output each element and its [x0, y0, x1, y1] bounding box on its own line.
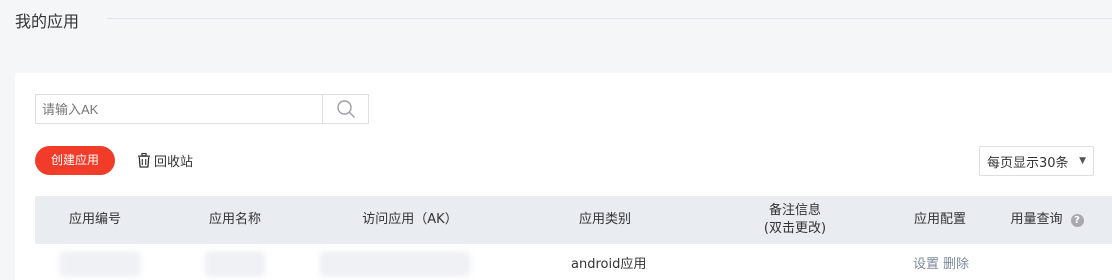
col-remark-hint: (双击更改) — [763, 221, 827, 236]
col-usage: 用量查询 ? — [997, 196, 1097, 244]
redacted-app-name — [205, 252, 265, 276]
table-row: android应用 设置 删除 — [35, 244, 1112, 280]
col-ak: 访问应用（AK） — [362, 212, 458, 227]
app-type-cell: android应用 — [571, 256, 647, 272]
col-app-name: 应用名称 — [208, 212, 261, 227]
caret-down-icon: ▼ — [1079, 156, 1086, 166]
settings-link[interactable]: 设置 — [913, 253, 939, 272]
create-app-button[interactable]: 创建应用 — [35, 146, 115, 175]
table-header: 应用编号 应用名称 访问应用（AK） 应用类别 备注信息 (双击更改) 应用配置… — [35, 196, 1112, 244]
apps-panel: 创建应用 回收站 每页显示30条 ▼ 应用编号 应用名称 访问应用（AK） 应用… — [15, 73, 1112, 280]
redacted-app-id — [60, 252, 140, 276]
col-remark-title: 备注信息 — [768, 203, 821, 218]
col-remark: 备注信息 (双击更改) — [735, 196, 855, 244]
col-app-config: 应用配置 — [913, 212, 966, 227]
page-title: 我的应用 — [15, 12, 80, 31]
app-config-cell: 设置 删除 — [913, 244, 973, 280]
search-icon — [337, 100, 355, 118]
ak-search-box — [35, 94, 369, 124]
col-app-type: 应用类别 — [578, 212, 631, 227]
redacted-ak — [320, 252, 470, 276]
title-divider — [107, 18, 1112, 19]
page-size-select[interactable]: 每页显示30条 ▼ — [979, 146, 1094, 176]
delete-link[interactable]: 删除 — [943, 253, 969, 272]
ak-search-input[interactable] — [36, 95, 322, 123]
trash-icon — [138, 153, 150, 168]
recycle-bin-link[interactable]: 回收站 — [137, 146, 193, 175]
help-icon[interactable]: ? — [1070, 213, 1084, 227]
recycle-bin-label: 回收站 — [154, 155, 194, 170]
col-usage-label: 用量查询 — [1010, 212, 1063, 227]
page-size-value: 每页显示30条 — [987, 155, 1069, 171]
search-button[interactable] — [323, 95, 369, 123]
col-app-id: 应用编号 — [68, 212, 121, 227]
